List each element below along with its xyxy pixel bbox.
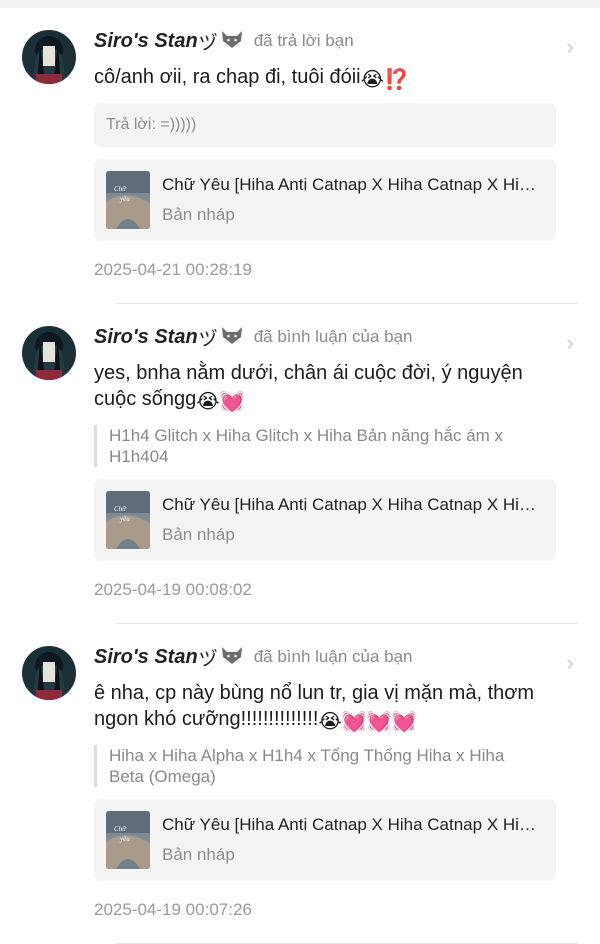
timestamp: 2025-04-21 00:28:19 [94, 260, 252, 279]
story-cover: Chữ yêu [106, 171, 150, 229]
action-text: đã bình luận của bạn [253, 647, 413, 666]
story-title: Chữ Yêu [Hiha Anti Catnap X Hiha Catnap … [162, 495, 542, 514]
story-title: Chữ Yêu [Hiha Anti Catnap X Hiha Catnap … [162, 175, 542, 194]
story-cover: Chữ yêu [106, 811, 150, 869]
heart-icon: 💓 [391, 711, 417, 733]
username[interactable]: Siro's Stan [94, 30, 198, 53]
reply-box[interactable]: Trả lời: =))))) [94, 103, 556, 147]
notification-list: › Siro's Stan ヅ đã trả lời bạn cô/anh ơi… [0, 8, 600, 944]
chevron-right-icon[interactable]: › [567, 330, 574, 356]
story-cover: Chữ yêu [106, 491, 150, 549]
avatar[interactable] [22, 326, 76, 380]
username-mark: ヅ [198, 648, 218, 670]
timestamp: 2025-04-19 00:08:02 [94, 580, 252, 599]
comment-text: ê nha, cp này bùng nổ lun tr, gia vị mặn… [94, 682, 535, 733]
story-card[interactable]: Chữ yêu Chữ Yêu [Hiha Anti Catnap X Hiha … [94, 799, 556, 881]
svg-text:Chữ: Chữ [114, 505, 127, 513]
avatar[interactable] [22, 30, 76, 84]
action-text: đã bình luận của bạn [253, 327, 413, 346]
username-mark: ヅ [198, 32, 218, 54]
comment-text: yes, bnha nằm dưới, chân ái cuộc đời, ý … [94, 362, 523, 413]
action-text: đã trả lời bạn [253, 31, 354, 50]
svg-text:yêu: yêu [119, 195, 130, 203]
exclamation-question-icon: ⁉️ [383, 69, 409, 91]
wolf-icon [220, 325, 244, 350]
heart-icon: 💓 [366, 711, 392, 733]
wolf-icon [220, 29, 244, 54]
timestamp: 2025-04-19 00:07:26 [94, 900, 252, 919]
svg-text:Chữ: Chữ [114, 825, 127, 833]
quoted-story-name: Hiha x Hiha Alpha x H1h4 x Tổng Thống Hi… [94, 745, 538, 787]
story-card[interactable]: Chữ yêu Chữ Yêu [Hiha Anti Catnap X Hiha … [94, 159, 556, 241]
notification-item[interactable]: › Siro's Stan ヅ [0, 624, 600, 944]
notification-item[interactable]: › Siro's Stan ヅ [0, 8, 600, 304]
chevron-right-icon[interactable]: › [567, 650, 574, 676]
svg-text:yêu: yêu [119, 835, 130, 843]
wolf-icon [220, 645, 244, 670]
top-strip [0, 0, 600, 8]
heart-icon: 💓 [341, 711, 367, 733]
quoted-story-name: H1h4 Glitch x Hiha Glitch x Hiha Bản năn… [94, 425, 538, 467]
chevron-right-icon[interactable]: › [567, 34, 574, 60]
story-card[interactable]: Chữ yêu Chữ Yêu [Hiha Anti Catnap X Hiha … [94, 479, 556, 561]
svg-text:yêu: yêu [119, 515, 130, 523]
story-status: Bản nháp [162, 205, 235, 224]
notification-item[interactable]: › Siro's Stan ヅ [0, 304, 600, 624]
crying-face-icon: 😭 [318, 711, 342, 733]
username[interactable]: Siro's Stan [94, 646, 198, 669]
comment-text: cô/anh ơii, ra chap đi, tuôi đóii😭⁉️ [94, 66, 409, 91]
story-status: Bản nháp [162, 525, 235, 544]
heart-icon: 💓 [219, 391, 245, 413]
story-status: Bản nháp [162, 845, 235, 864]
username[interactable]: Siro's Stan [94, 326, 198, 349]
avatar[interactable] [22, 646, 76, 700]
story-title: Chữ Yêu [Hiha Anti Catnap X Hiha Catnap … [162, 815, 542, 834]
crying-face-icon: 😭 [360, 69, 384, 91]
svg-text:Chữ: Chữ [114, 185, 127, 193]
username-mark: ヅ [198, 328, 218, 350]
crying-face-icon: 😭 [196, 391, 220, 413]
